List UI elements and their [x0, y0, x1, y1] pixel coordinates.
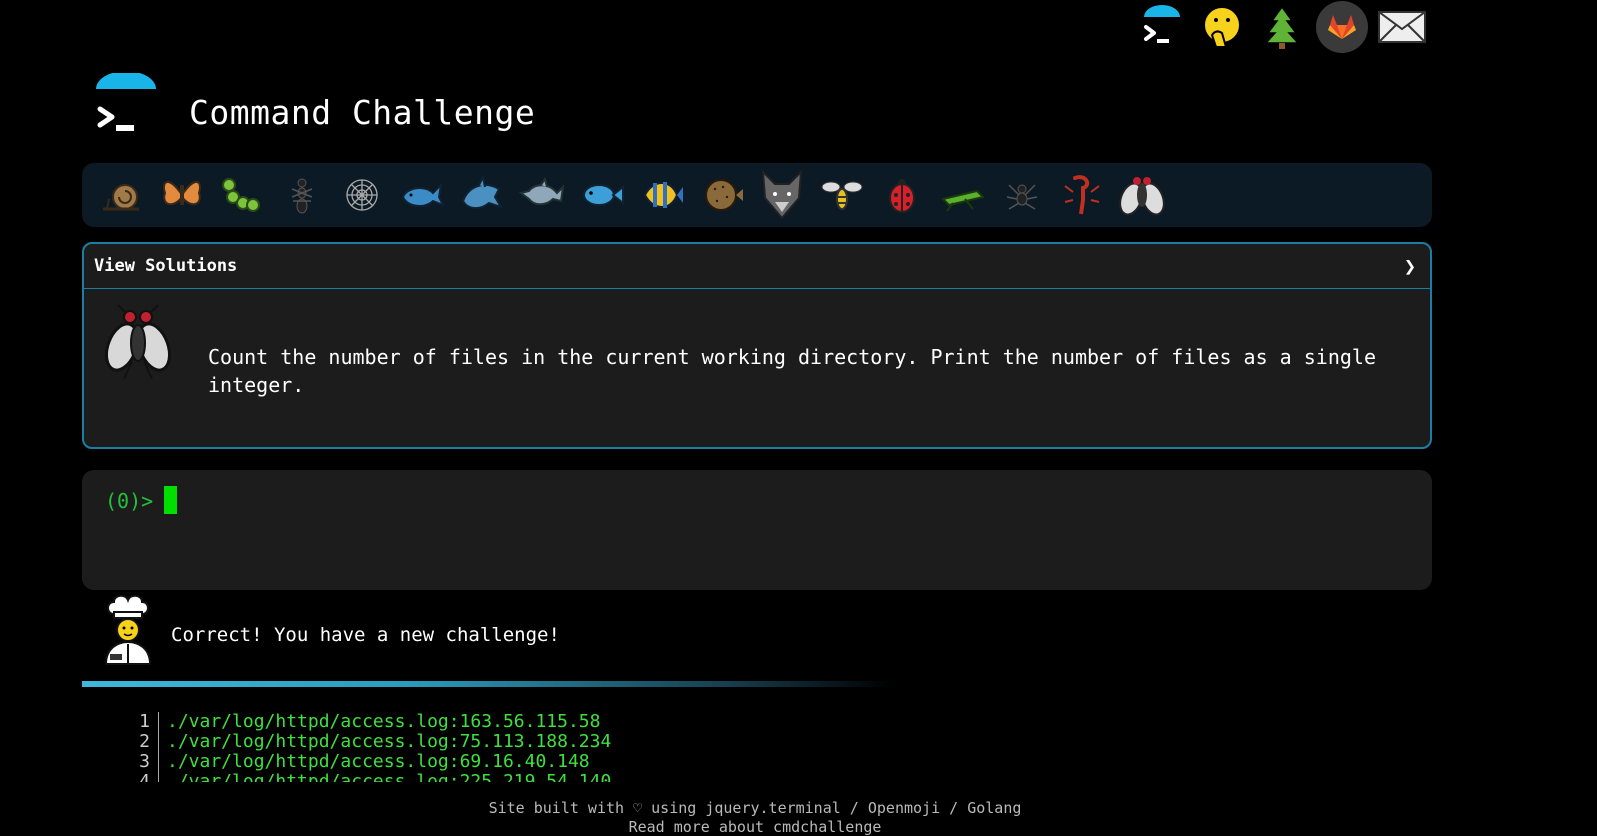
evergreen-tree-icon[interactable] — [1256, 1, 1308, 53]
footer-credits: Site built with ♡ using jquery.terminal … — [488, 799, 1022, 817]
line-text: ./var/log/httpd/access.log:75.113.188.23… — [167, 731, 612, 752]
challenge-body: Count the number of files in the current… — [84, 289, 1430, 447]
line-text: ./var/log/httpd/access.log:163.56.115.58 — [167, 712, 601, 732]
challenge-panel: View Solutions ❯ Count the number of fil… — [82, 242, 1432, 449]
output-line: 4 ./var/log/httpd/access.log:225.219.54.… — [120, 772, 820, 782]
caterpillar-icon[interactable] — [212, 165, 272, 225]
line-number: 2 — [120, 732, 159, 752]
footer-read-more-link[interactable]: Read more about cmdchallenge — [0, 818, 1510, 836]
view-solutions-label: View Solutions — [94, 256, 238, 276]
view-solutions-toggle[interactable]: View Solutions ❯ — [84, 244, 1430, 289]
logo — [94, 70, 158, 140]
challenge-bug-bar — [82, 163, 1432, 227]
fly-icon — [100, 303, 176, 387]
output-line: 3 ./var/log/httpd/access.log:69.16.40.14… — [120, 752, 820, 772]
tropical-fish-icon[interactable] — [632, 165, 692, 225]
divider-bar — [82, 681, 892, 687]
feedback-message: Correct! You have a new challenge! — [82, 594, 982, 666]
chevron-right-icon[interactable]: ❯ — [1404, 254, 1416, 278]
line-number: 1 — [120, 712, 159, 732]
terminal-icon[interactable] — [1136, 1, 1188, 53]
cricket-icon[interactable] — [932, 165, 992, 225]
gitlab-icon[interactable] — [1316, 1, 1368, 53]
output-line: 1 ./var/log/httpd/access.log:163.56.115.… — [120, 712, 820, 732]
envelope-icon[interactable] — [1376, 1, 1428, 53]
blowfish-icon[interactable] — [692, 165, 752, 225]
whale-icon[interactable] — [392, 165, 452, 225]
fly-icon[interactable] — [1112, 165, 1172, 225]
ant-icon[interactable] — [272, 165, 332, 225]
snail-icon[interactable] — [92, 165, 152, 225]
challenge-description: Count the number of files in the current… — [208, 345, 1376, 397]
wolf-icon[interactable] — [752, 165, 812, 225]
terminal-prompt: (0)> — [105, 489, 154, 513]
page-title: Command Challenge — [189, 93, 536, 132]
message-text: Correct! You have a new challenge! — [171, 624, 560, 646]
spider-web-icon[interactable] — [332, 165, 392, 225]
cook-icon — [100, 594, 156, 670]
fish-icon[interactable] — [572, 165, 632, 225]
terminal[interactable]: (0)> — [82, 470, 1432, 590]
scorpion-icon[interactable] — [1052, 165, 1112, 225]
face-with-hand-over-mouth-icon[interactable] — [1196, 1, 1248, 53]
butterfly-icon[interactable] — [152, 165, 212, 225]
terminal-logo-icon — [96, 73, 156, 131]
output-line: 2 ./var/log/httpd/access.log:75.113.188.… — [120, 732, 820, 752]
dolphin-icon[interactable] — [512, 165, 572, 225]
line-number: 4 — [120, 772, 159, 782]
line-number: 3 — [120, 752, 159, 772]
command-output: 1 ./var/log/httpd/access.log:163.56.115.… — [120, 712, 820, 782]
honeybee-icon[interactable] — [812, 165, 872, 225]
line-text: ./var/log/httpd/access.log:69.16.40.148 — [167, 751, 590, 772]
line-text: ./var/log/httpd/access.log:225.219.54.14… — [167, 771, 612, 783]
terminal-cursor[interactable] — [164, 486, 177, 514]
lady-beetle-icon[interactable] — [872, 165, 932, 225]
spider-icon[interactable] — [992, 165, 1052, 225]
top-nav — [1136, 0, 1436, 54]
shark-icon[interactable] — [452, 165, 512, 225]
